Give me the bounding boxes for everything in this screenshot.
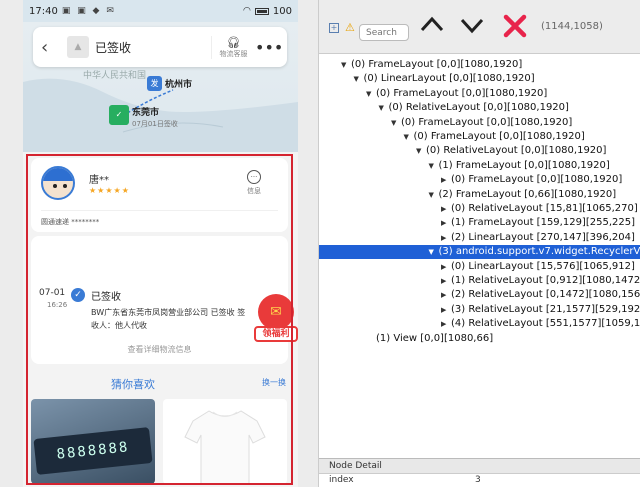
expanded-arrow-icon[interactable]: ▼ [429,245,439,259]
detail-key: index [329,475,354,485]
tree-node-label: (2) RelativeLayout [0,1472][1080,156 [451,289,640,301]
tree-node-label: (0) RelativeLayout [0,0][1080,1920] [388,102,569,114]
customer-service-label: 物流客服 [219,49,248,58]
tree-node[interactable]: ▶ (2) RelativeLayout [0,1472][1080,156 [319,288,640,302]
tree-node-label: (0) FrameLayout [0,0][1080,1920] [413,131,585,142]
battery-icon [254,7,269,15]
tree-node[interactable]: ▼ (0) FrameLayout [0,0][1080,1920] [319,130,640,144]
tree-node[interactable]: ▼ (0) FrameLayout [0,0][1080,1920] [319,116,640,130]
tree-node-label: (1) View [0,0][1080,66] [376,332,494,344]
expanded-arrow-icon[interactable]: ▼ [391,116,401,130]
node-detail-row: index 3 [319,475,640,487]
tree-node-label: (2) FrameLayout [0,66][1080,1920] [438,188,617,200]
customer-service-button[interactable]: 🎧︎ 物流客服 [211,35,255,59]
tree-node[interactable]: ▼ (0) LinearLayout [0,0][1080,1920] [319,72,640,86]
collapsed-arrow-icon[interactable]: ▶ [441,303,451,317]
notification-icons: ▣ ▣ ◆ ✉ [61,6,116,16]
tree-node-label: (0) FrameLayout [0,0][1080,1920] [376,87,548,99]
tree-node[interactable]: ▼ (0) RelativeLayout [0,0][1080,1920] [319,144,640,158]
tree-node[interactable]: ▶ (4) RelativeLayout [551,1577][1059,1 [319,317,640,331]
expanded-arrow-icon[interactable]: ▼ [379,101,389,115]
tree-node-label: (0) RelativeLayout [0,0][1080,1920] [426,145,607,157]
tree-node[interactable]: ▼ (2) FrameLayout [0,66][1080,1920] [319,188,640,202]
collapsed-arrow-icon[interactable]: ▶ [441,231,451,245]
hierarchy-inspector: + ⚠ (1144,1058) ▼(0) FrameLayout [0,0][1… [318,0,640,487]
detail-value: 3 [475,475,481,485]
pin-hangzhou-label: 杭州市 [165,80,193,90]
pin-dongguan-label: 东莞市 [132,108,160,118]
tree-node-label: (0) RelativeLayout [15,81][1065,270] [451,203,638,214]
chevron-up-icon[interactable] [417,10,447,40]
node-detail-header: Node Detail [319,458,640,474]
tree-node-label: (4) RelativeLayout [551,1577][1059,1 [451,318,640,330]
search-input[interactable] [359,24,409,41]
pin-hangzhou[interactable]: 发 杭州市 [147,76,192,91]
signed-badge-icon: ✓ [109,104,129,125]
tree-node-label: (0) LinearLayout [15,576][1065,912] [451,260,635,272]
page-title: 已签收 [95,40,132,55]
tree-node-label: (0) FrameLayout [0,0][1080,1920] [351,59,523,70]
battery-level: 100 [272,5,292,17]
expanded-arrow-icon[interactable]: ▼ [404,130,414,144]
map-country-label: 中华人民共和国 [83,71,147,81]
collapsed-arrow-icon[interactable]: ▶ [441,216,451,230]
tree-node[interactable]: (1) View [0,0][1080,66] [319,332,640,346]
tree-node[interactable]: ▶ (1) FrameLayout [159,129][255,225] [319,216,640,230]
warning-icon[interactable]: ⚠ [345,21,355,34]
tree-node-label: (1) FrameLayout [0,0][1080,1920] [438,159,610,171]
tree-node-label: (3) android.support.v7.widget.RecyclerVi… [438,246,640,258]
tree-node[interactable]: ▶ (0) FrameLayout [0,0][1080,1920] [319,173,640,187]
tree-node[interactable]: ▼ (0) FrameLayout [0,0][1080,1920] [319,58,640,72]
view-hierarchy-tree[interactable]: ▼ (0) FrameLayout [0,0][1080,1920] ▼ (0) Li… [319,54,640,458]
coordinate-readout: (1144,1058) [541,21,603,32]
pin-dongguan[interactable]: ✓ 东莞市 07月01日签收 [109,100,178,129]
tree-node-label: (1) FrameLayout [159,129][255,225] [451,217,635,229]
status-time: 17:40 [29,5,58,17]
expand-all-icon[interactable]: + [329,23,339,33]
close-icon[interactable] [503,14,527,38]
more-menu-icon[interactable]: ••• [255,38,283,57]
send-badge: 发 [147,76,162,91]
tree-node-label: (0) LinearLayout [0,0][1080,1920] [363,73,535,85]
wifi-icon: ◠ [243,6,251,16]
tree-node[interactable]: ▶ (2) LinearLayout [270,147][396,204] [319,231,640,245]
collapsed-arrow-icon[interactable]: ▶ [441,260,451,274]
expanded-arrow-icon[interactable]: ▼ [429,159,439,173]
chevron-down-icon[interactable] [457,10,487,40]
collapsed-arrow-icon[interactable]: ▶ [441,173,451,187]
tree-node[interactable]: ▼ (3) android.support.v7.widget.RecyclerV… [319,245,640,260]
tree-node[interactable]: ▶ (0) LinearLayout [15,576][1065,912] [319,260,640,274]
collapsed-arrow-icon[interactable]: ▶ [441,317,451,331]
tree-node[interactable]: ▼ (0) RelativeLayout [0,0][1080,1920] [319,101,640,115]
status-bar: 17:40 ▣ ▣ ◆ ✉ ◠ 100 [23,0,298,22]
back-arrow-icon[interactable]: ‹ [41,37,61,58]
product-thumbnail[interactable]: ▲ [67,36,89,58]
phone-screen: 17:40 ▣ ▣ ◆ ✉ ◠ 100 中华人民共和国 发 杭州市 ✓ 东莞市 … [23,0,298,487]
tree-node[interactable]: ▶ (3) RelativeLayout [21,1577][529,192 [319,303,640,317]
expanded-arrow-icon[interactable]: ▼ [366,87,376,101]
tree-node-label: (0) FrameLayout [0,0][1080,1920] [451,174,623,186]
headset-icon: 🎧︎ [226,35,241,49]
tree-node-label: (3) RelativeLayout [21,1577][529,192 [451,303,640,315]
tree-node[interactable]: ▼ (1) FrameLayout [0,0][1080,1920] [319,159,640,173]
inspector-toolbar: + ⚠ (1144,1058) [319,0,640,54]
collapsed-arrow-icon[interactable]: ▶ [441,288,451,302]
collapsed-arrow-icon[interactable]: ▶ [441,274,451,288]
tree-node-label: (1) RelativeLayout [0,912][1080,1472] [451,275,640,286]
expanded-arrow-icon[interactable]: ▼ [429,188,439,202]
detail-content[interactable]: 唐** ★★★★★ ··· 信息 圆通速递 ******** 07-01 16:… [23,152,298,487]
collapsed-arrow-icon[interactable]: ▶ [441,202,451,216]
tree-node[interactable]: ▶ (0) RelativeLayout [15,81][1065,270] [319,202,640,216]
app-header: ‹ ▲ 已签收 🎧︎ 物流客服 ••• [33,27,287,67]
expanded-arrow-icon[interactable]: ▼ [341,58,351,72]
tree-node-label: (0) FrameLayout [0,0][1080,1920] [401,116,573,128]
tree-node-label: (2) LinearLayout [270,147][396,204] [451,231,635,243]
expanded-arrow-icon[interactable]: ▼ [354,72,364,86]
tree-node[interactable]: ▶ (1) RelativeLayout [0,912][1080,1472] [319,274,640,288]
tree-node[interactable]: ▼ (0) FrameLayout [0,0][1080,1920] [319,87,640,101]
selection-highlight [26,154,293,485]
pin-dongguan-sub: 07月01日签收 [132,120,178,128]
expanded-arrow-icon[interactable]: ▼ [416,144,426,158]
